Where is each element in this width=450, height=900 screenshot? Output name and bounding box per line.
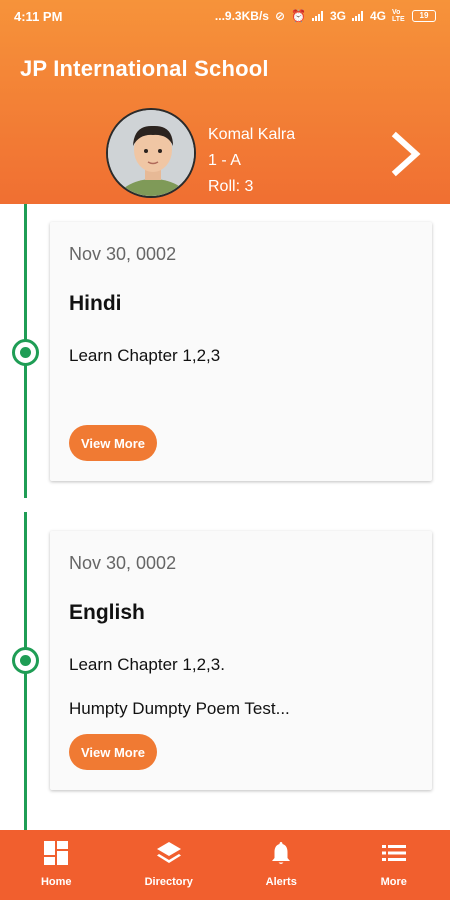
timeline-dot — [12, 647, 39, 674]
student-avatar[interactable] — [106, 108, 196, 198]
nav-alerts[interactable]: Alerts — [225, 830, 338, 900]
sync-off-icon: ⊘ — [274, 9, 286, 23]
card-subject: Hindi — [69, 292, 122, 315]
student-info: Komal Kalra 1 - A Roll: 3 — [208, 122, 295, 200]
avatar-image — [108, 110, 194, 196]
bottom-navigation: Home Directory Alerts More — [0, 830, 450, 900]
nav-label: More — [380, 876, 407, 888]
card-date: Nov 30, 0002 — [69, 244, 177, 264]
timeline-dot — [12, 339, 39, 366]
battery-level: 19 — [419, 11, 429, 20]
chevron-right-icon[interactable] — [386, 130, 426, 178]
network-speed: ...9.3KB/s — [214, 9, 269, 23]
nav-label: Directory — [144, 876, 193, 888]
volte-badge: Vo LTE — [392, 9, 405, 23]
school-title: JP International School — [20, 56, 269, 81]
card-date: Nov 30, 0002 — [69, 553, 177, 573]
nav-directory[interactable]: Directory — [113, 830, 226, 900]
card-description: Learn Chapter 1,2,3 — [69, 346, 221, 365]
homework-card: Nov 30, 0002 English Learn Chapter 1,2,3… — [50, 531, 432, 790]
bell-icon — [272, 842, 291, 864]
card-subject: English — [69, 601, 145, 624]
status-bar: 4:11 PM ...9.3KB/s ⊘ ⏰ 3G 4G Vo LTE 19 — [0, 0, 450, 32]
student-class: 1 - A — [208, 152, 241, 169]
card-description: Learn Chapter 1,2,3. — [69, 655, 225, 674]
student-name: Komal Kalra — [208, 126, 296, 143]
nav-home[interactable]: Home — [0, 830, 113, 900]
layers-icon — [156, 842, 181, 863]
student-roll: Roll: 3 — [208, 178, 254, 195]
battery-icon: 19 — [412, 10, 436, 22]
nav-label: Home — [40, 876, 72, 888]
alarm-icon: ⏰ — [291, 9, 306, 23]
signal-icon — [311, 11, 324, 21]
network-type-2: 4G — [369, 9, 386, 23]
view-more-button[interactable]: View More — [69, 734, 157, 770]
homework-card: Nov 30, 0002 Hindi Learn Chapter 1,2,3 V… — [50, 222, 432, 481]
card-description: Humpty Dumpty Poem Test... — [69, 699, 290, 718]
signal-icon-2 — [351, 11, 364, 21]
network-type-1: 3G — [329, 9, 346, 23]
nav-label: Alerts — [265, 876, 297, 888]
home-grid-icon — [44, 841, 69, 865]
view-more-button[interactable]: View More — [69, 425, 157, 461]
app-header: 4:11 PM ...9.3KB/s ⊘ ⏰ 3G 4G Vo LTE 19 J… — [0, 0, 450, 204]
status-time: 4:11 PM — [14, 8, 63, 24]
list-icon — [381, 845, 406, 861]
nav-more[interactable]: More — [338, 830, 450, 900]
